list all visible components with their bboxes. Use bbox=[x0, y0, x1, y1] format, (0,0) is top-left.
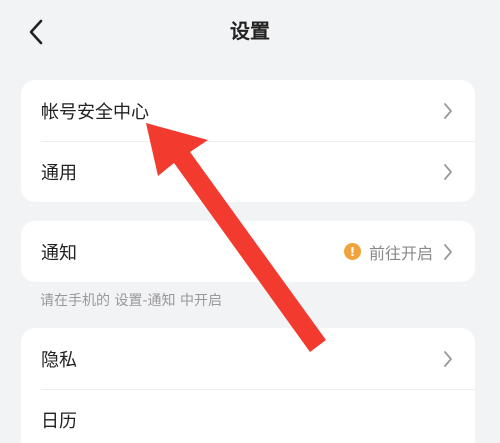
page-title: 设置 bbox=[230, 19, 270, 43]
settings-group-account: 帐号安全中心 通用 bbox=[21, 80, 475, 202]
chevron-right-icon bbox=[441, 349, 455, 369]
chevron-right-icon bbox=[441, 242, 455, 262]
row-label: 帐号安全中心 bbox=[41, 101, 149, 123]
row-label: 通知 bbox=[41, 242, 77, 264]
status-text: 前往开启 bbox=[368, 243, 433, 263]
row-label: 日历 bbox=[41, 410, 77, 432]
settings-screen: 设置 帐号安全中心 通用 通知 ! 前往开启 请在手机的 设置-通知 中开启 隐… bbox=[0, 0, 500, 443]
settings-group-notification: 通知 ! 前往开启 bbox=[21, 221, 475, 282]
warning-dot-icon: ! bbox=[343, 243, 361, 260]
settings-group-privacy: 隐私 日历 bbox=[21, 328, 475, 443]
row-notification[interactable]: 通知 ! 前往开启 bbox=[21, 221, 475, 282]
row-label: 隐私 bbox=[41, 349, 77, 371]
row-calendar[interactable]: 日历 bbox=[21, 389, 475, 443]
header: 设置 bbox=[0, 0, 500, 62]
row-general[interactable]: 通用 bbox=[21, 141, 475, 202]
row-label: 通用 bbox=[41, 162, 77, 184]
notification-hint: 请在手机的 设置-通知 中开启 bbox=[40, 293, 222, 309]
chevron-right-icon bbox=[441, 101, 455, 121]
chevron-right-icon bbox=[441, 162, 455, 182]
row-account-security[interactable]: 帐号安全中心 bbox=[21, 80, 475, 141]
row-privacy[interactable]: 隐私 bbox=[21, 328, 475, 389]
